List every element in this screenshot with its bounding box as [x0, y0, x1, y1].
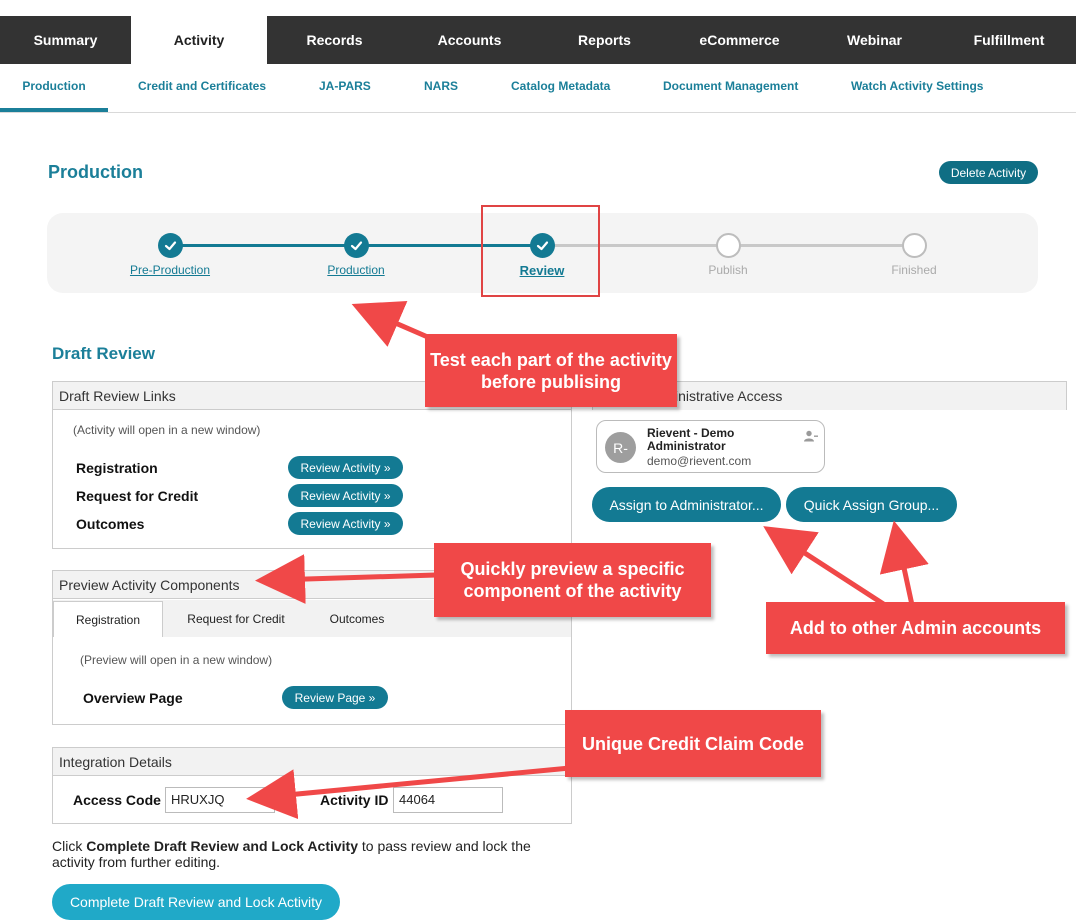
draft-review-title: Draft Review — [52, 344, 155, 363]
integration-details-header: Integration Details — [53, 748, 571, 776]
admin-email: demo@rievent.com — [647, 454, 752, 468]
subtab-catalog-metadata[interactable]: Catalog Metadata — [511, 64, 610, 112]
step-preproduction-link[interactable]: Pre-Production — [100, 263, 240, 277]
step-finished-label: Finished — [891, 263, 937, 277]
callout-credit-code: Unique Credit Claim Code — [565, 710, 821, 777]
step-publish-label: Publish — [708, 263, 748, 277]
lock-instructions: Click Complete Draft Review and Lock Act… — [52, 838, 552, 870]
preview-note: (Preview will open in a new window) — [80, 653, 273, 667]
subtab-document-management[interactable]: Document Management — [663, 64, 798, 112]
request-credit-label: Request for Credit — [76, 488, 199, 504]
review-highlight-box — [481, 205, 600, 297]
tab-records[interactable]: Records — [267, 16, 402, 64]
top-nav: Summary Activity Records Accounts Report… — [0, 16, 1076, 64]
access-code-field[interactable]: HRUXJQ — [165, 787, 275, 813]
subtab-nars[interactable]: NARS — [424, 64, 458, 112]
lock-text-prefix: Click — [52, 838, 87, 854]
review-request-credit-button[interactable]: Review Activity » — [288, 484, 403, 507]
activity-id-field[interactable]: 44064 — [393, 787, 503, 813]
subtab-production[interactable]: Production — [0, 64, 108, 112]
tab-activity[interactable]: Activity — [131, 16, 267, 64]
delete-activity-button[interactable]: Delete Activity — [939, 161, 1038, 184]
step-production-check-icon — [344, 233, 369, 258]
arrow-to-quick-assign — [879, 520, 929, 606]
outcomes-label: Outcomes — [76, 516, 145, 532]
tab-fulfillment[interactable]: Fulfillment — [942, 16, 1076, 64]
callout-add-admin: Add to other Admin accounts — [766, 602, 1065, 654]
access-code-label: Access Code — [73, 792, 161, 808]
lock-text-bold: Complete Draft Review and Lock Activity — [86, 838, 359, 854]
review-page-button[interactable]: Review Page » — [282, 686, 388, 709]
tab-summary[interactable]: Summary — [0, 16, 131, 64]
tab-webinar[interactable]: Webinar — [807, 16, 942, 64]
preview-tab-registration[interactable]: Registration — [53, 601, 163, 637]
links-note: (Activity will open in a new window) — [73, 423, 261, 437]
assign-administrator-button[interactable]: Assign to Administrator... — [592, 487, 781, 522]
avatar: R- — [605, 432, 636, 463]
subtab-credit-certificates[interactable]: Credit and Certificates — [138, 64, 266, 112]
tab-reports[interactable]: Reports — [537, 16, 672, 64]
step-finished-circle-icon — [902, 233, 927, 258]
step-production-link[interactable]: Production — [286, 263, 426, 277]
user-remove-icon[interactable] — [804, 429, 818, 447]
subtab-ja-pars[interactable]: JA-PARS — [319, 64, 371, 112]
step-preproduction-check-icon — [158, 233, 183, 258]
complete-draft-review-button[interactable]: Complete Draft Review and Lock Activity — [52, 884, 340, 920]
step-publish-circle-icon — [716, 233, 741, 258]
review-outcomes-button[interactable]: Review Activity » — [288, 512, 403, 535]
page-root: Summary Activity Records Accounts Report… — [0, 0, 1076, 922]
preview-tab-outcomes[interactable]: Outcomes — [311, 601, 403, 637]
sub-nav: Production Credit and Certificates JA-PA… — [0, 64, 1076, 113]
quick-assign-group-button[interactable]: Quick Assign Group... — [786, 487, 957, 522]
registration-label: Registration — [76, 460, 158, 476]
tab-ecommerce[interactable]: eCommerce — [672, 16, 807, 64]
subtab-watch-activity-settings[interactable]: Watch Activity Settings — [851, 64, 983, 112]
admin-user-card: R- Rievent - Demo Administrator demo@rie… — [596, 420, 825, 473]
overview-page-label: Overview Page — [83, 690, 183, 706]
arrow-to-assign — [763, 526, 887, 608]
admin-name: Rievent - Demo Administrator — [647, 426, 735, 453]
review-registration-button[interactable]: Review Activity » — [288, 456, 403, 479]
integration-details-panel: Integration Details Access Code HRUXJQ A… — [52, 747, 572, 824]
tab-accounts[interactable]: Accounts — [402, 16, 537, 64]
activity-id-label: Activity ID — [320, 792, 389, 808]
preview-tab-request-credit[interactable]: Request for Credit — [171, 601, 301, 637]
arrow-to-stepper — [351, 300, 431, 347]
page-title: Production — [48, 162, 143, 182]
callout-quick-preview: Quickly preview a specific component of … — [434, 543, 711, 617]
callout-test-each: Test each part of the activity before pu… — [425, 334, 677, 407]
